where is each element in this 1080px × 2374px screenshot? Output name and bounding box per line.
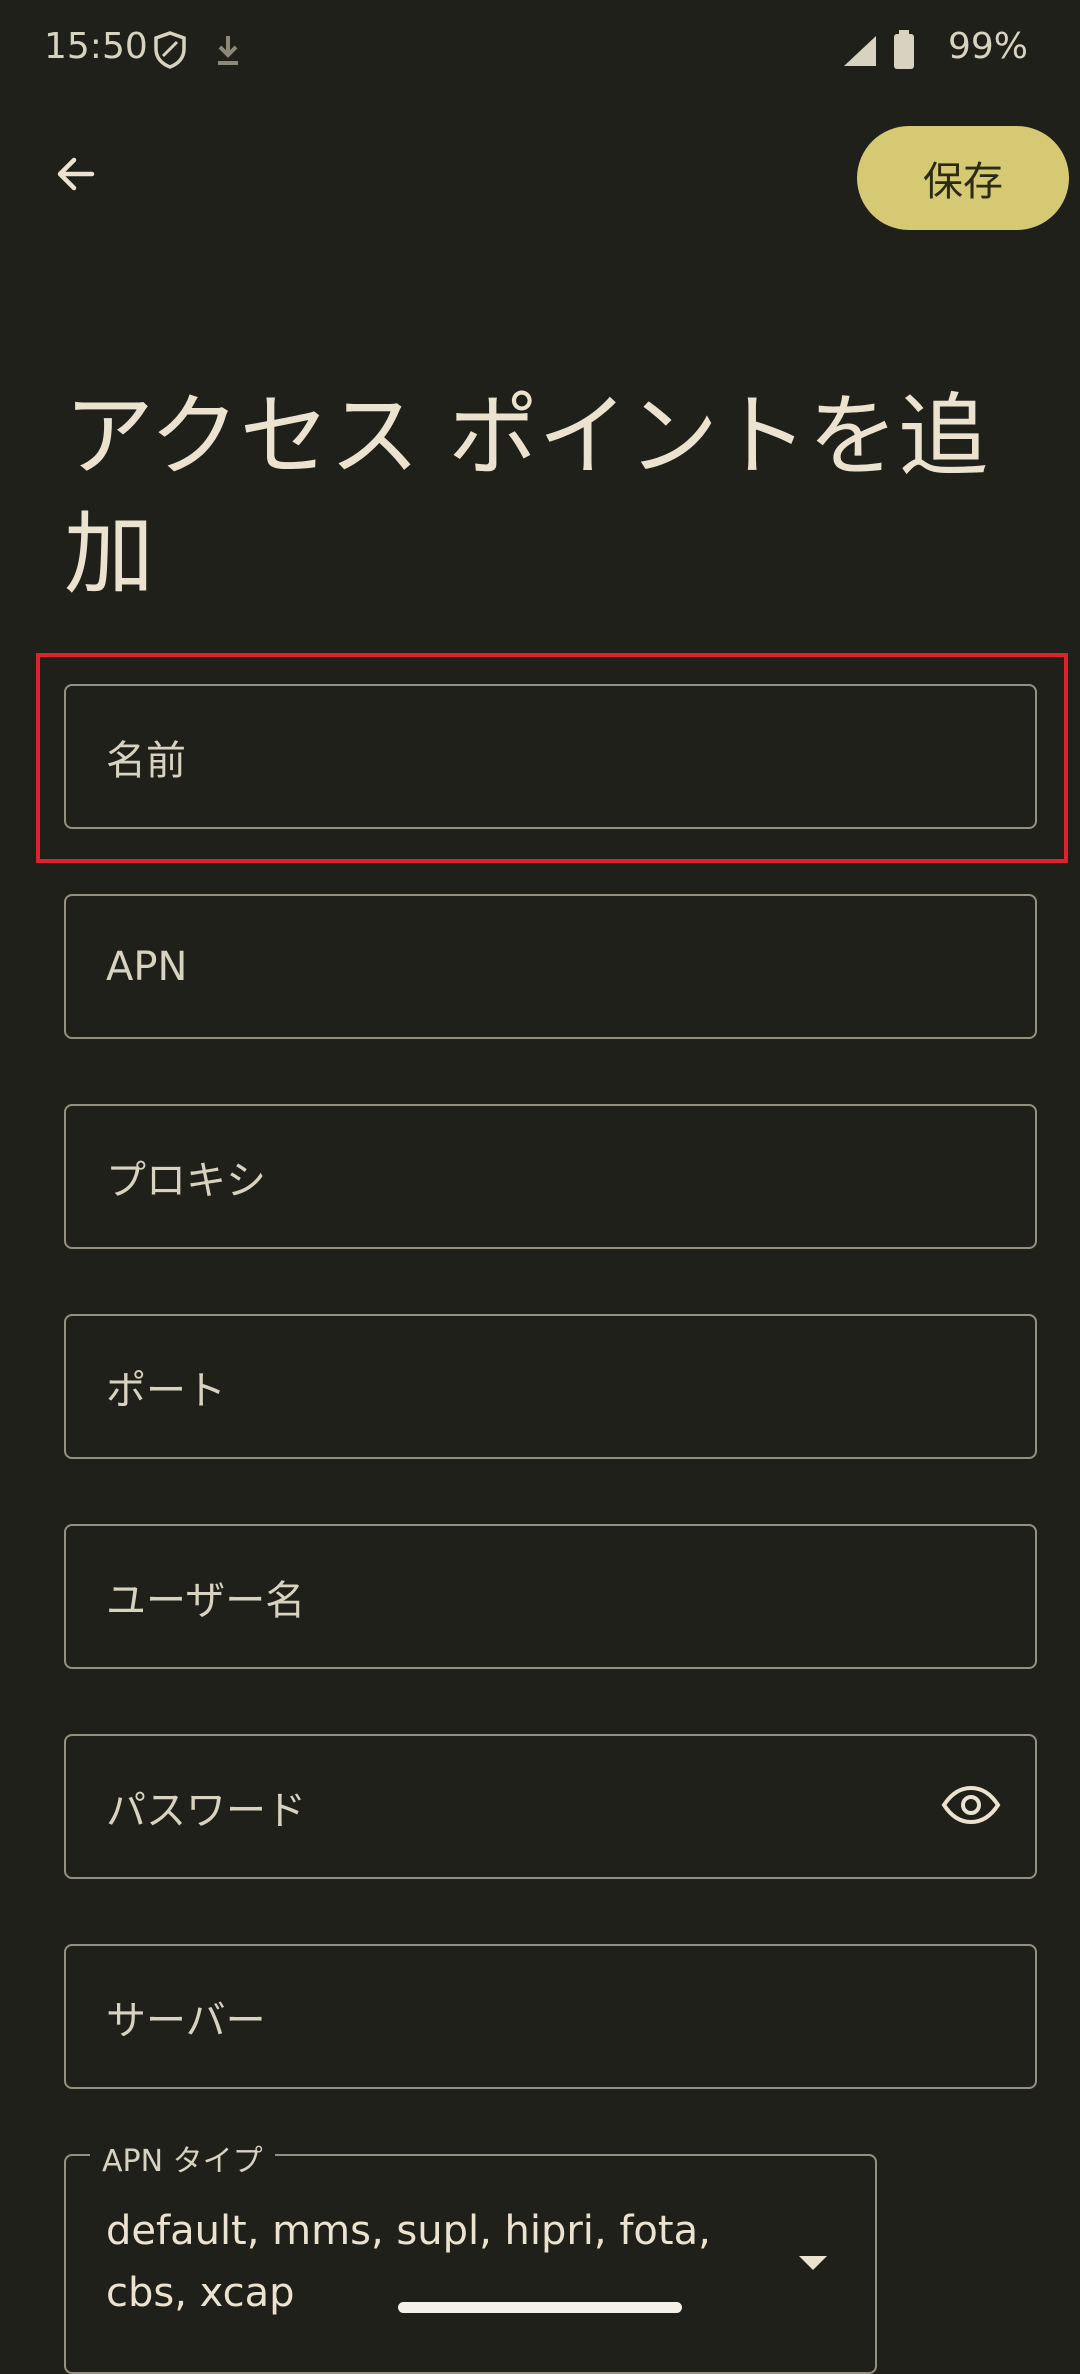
proxy-field-placeholder: プロキシ bbox=[106, 1157, 266, 1204]
eye-icon bbox=[941, 1785, 1001, 1829]
battery-percentage: 99% bbox=[947, 26, 1028, 67]
password-field[interactable]: パスワード bbox=[64, 1734, 1037, 1879]
apn-field-placeholder: APN bbox=[106, 943, 188, 990]
save-button[interactable]: 保存 bbox=[857, 126, 1069, 230]
name-field[interactable]: 名前 bbox=[64, 684, 1037, 829]
server-field-placeholder: サーバー bbox=[106, 1997, 266, 2044]
download-icon bbox=[212, 30, 244, 74]
proxy-field[interactable]: プロキシ bbox=[64, 1104, 1037, 1249]
port-field-placeholder: ポート bbox=[106, 1367, 226, 1414]
back-button[interactable] bbox=[40, 140, 112, 212]
apn-type-label: APN タイプ bbox=[90, 2136, 275, 2180]
server-field[interactable]: サーバー bbox=[64, 1944, 1037, 2089]
name-field-placeholder: 名前 bbox=[106, 737, 186, 784]
status-time: 15:50 bbox=[44, 26, 148, 67]
apn-type-select[interactable]: APN タイプ default, mms, supl, hipri, fota,… bbox=[64, 2136, 877, 2374]
status-bar: 15:50 99% bbox=[0, 0, 1080, 100]
username-field[interactable]: ユーザー名 bbox=[64, 1524, 1037, 1669]
battery-icon bbox=[893, 30, 915, 74]
gesture-nav-handle[interactable] bbox=[398, 2302, 682, 2313]
page-title: アクセス ポイントを追加 bbox=[64, 384, 989, 607]
username-field-placeholder: ユーザー名 bbox=[106, 1577, 306, 1624]
arrow-left-icon bbox=[52, 150, 100, 202]
password-field-placeholder: パスワード bbox=[106, 1787, 306, 1834]
dropdown-arrow-icon bbox=[799, 2256, 827, 2270]
shield-icon bbox=[152, 30, 188, 74]
port-field[interactable]: ポート bbox=[64, 1314, 1037, 1459]
show-password-button[interactable] bbox=[935, 1771, 1007, 1843]
apn-field[interactable]: APN bbox=[64, 894, 1037, 1039]
signal-icon bbox=[842, 34, 878, 72]
